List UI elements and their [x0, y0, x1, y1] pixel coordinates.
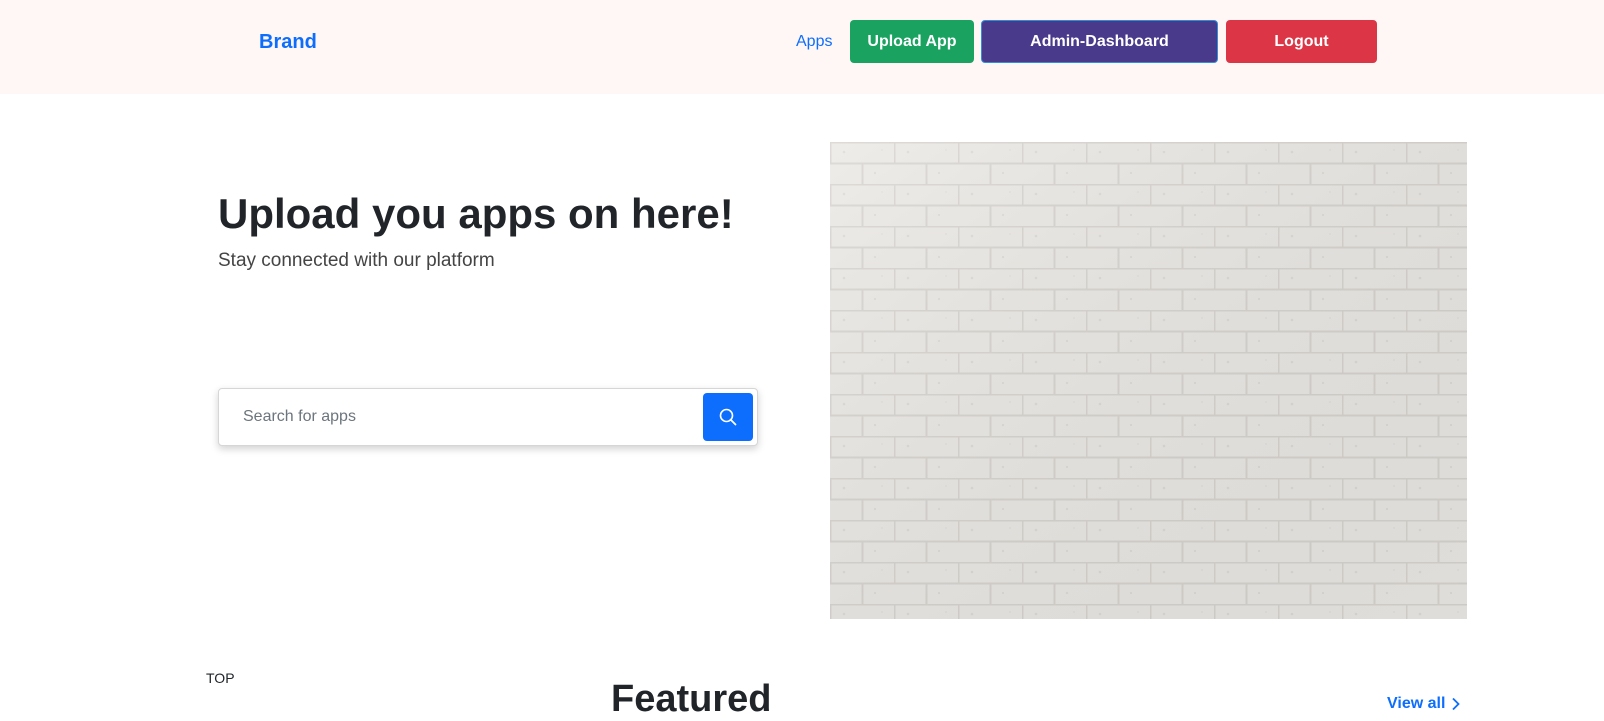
- featured-title: Featured: [611, 678, 772, 720]
- top-label: TOP: [206, 670, 235, 686]
- search-icon: [719, 408, 737, 426]
- admin-dashboard-button[interactable]: Admin-Dashboard: [981, 20, 1218, 63]
- hero-image: [830, 142, 1467, 619]
- hero-subtitle: Stay connected with our platform: [218, 250, 495, 271]
- brand-logo[interactable]: Brand: [259, 31, 317, 54]
- search-input[interactable]: [229, 395, 689, 439]
- upload-app-button[interactable]: Upload App: [850, 20, 974, 63]
- view-all-label: View all: [1387, 695, 1446, 712]
- apps-link[interactable]: Apps: [796, 33, 832, 51]
- chevron-right-icon: [1452, 697, 1461, 711]
- navbar: Brand Apps Upload App Admin-Dashboard Lo…: [0, 0, 1604, 94]
- hero-title: Upload you apps on here!: [218, 190, 734, 237]
- logout-button[interactable]: Logout: [1226, 20, 1377, 63]
- search-button[interactable]: [703, 393, 753, 441]
- search-bar: [218, 388, 758, 446]
- view-all-link[interactable]: View all: [1387, 695, 1461, 713]
- brick-wall-image: [830, 142, 1467, 619]
